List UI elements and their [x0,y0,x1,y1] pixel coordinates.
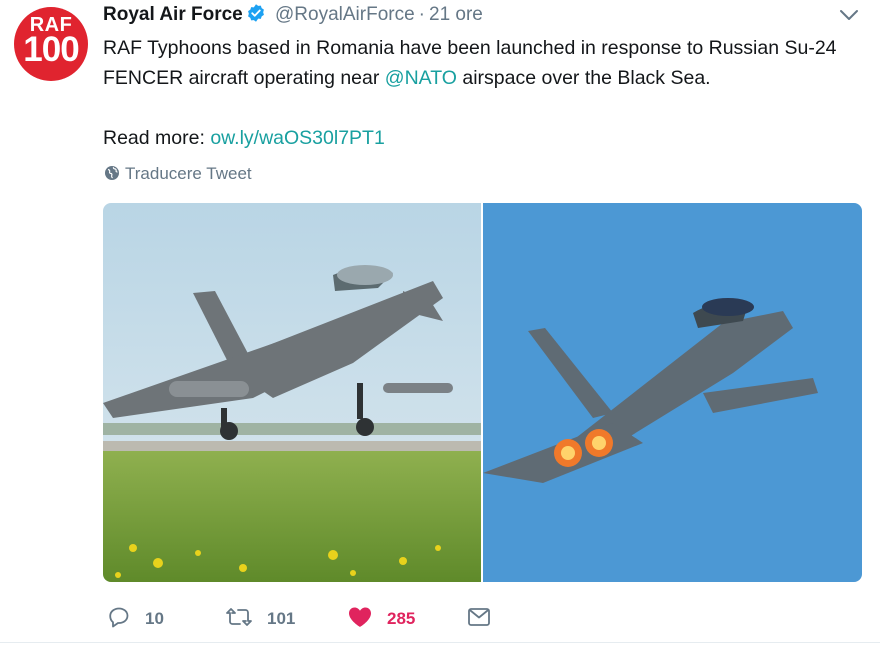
envelope-icon [467,607,491,632]
avatar[interactable]: RAF 100 [14,7,88,81]
direct-message-button[interactable] [467,602,491,636]
heart-icon [347,605,373,634]
translate-tweet-link[interactable]: Traducere Tweet [104,164,252,186]
read-more-line: Read more: ow.ly/waOS30l7PT1 [103,123,863,153]
like-button[interactable]: 285 [347,602,415,636]
retweet-button[interactable]: 101 [225,602,295,636]
photo-typhoon-afterburner[interactable] [483,203,862,582]
tweet-timestamp[interactable]: 21 ore [429,4,483,25]
photo-typhoon-landing[interactable] [103,203,481,582]
avatar-text-number: 100 [23,30,79,69]
reply-button[interactable]: 10 [107,602,164,636]
tweet-body: RAF Typhoons based in Romania have been … [103,33,863,93]
read-more-label: Read more: [103,127,211,149]
media-grid [103,203,862,582]
chevron-down-icon[interactable] [838,6,860,24]
header-separator: · [418,4,425,25]
account-handle[interactable]: @RoyalAirForce [275,4,415,25]
tweet-header: Royal Air Force @RoyalAirForce · 21 ore [103,3,483,27]
translate-label: Traducere Tweet [125,164,252,183]
tweet-text: RAF Typhoons based in Romania have been … [103,33,863,153]
account-name[interactable]: Royal Air Force [103,4,243,25]
divider [0,642,880,643]
verified-badge-icon [246,3,266,29]
globe-icon [104,165,120,186]
retweet-icon [225,605,253,634]
mention-link[interactable]: @NATO [385,67,457,89]
tweet-text-part: airspace over the Black Sea. [456,67,711,89]
reply-count: 10 [145,609,164,628]
external-link[interactable]: ow.ly/waOS30l7PT1 [210,127,385,149]
like-count: 285 [387,609,416,628]
reply-icon [107,605,131,634]
retweet-count: 101 [267,609,296,628]
